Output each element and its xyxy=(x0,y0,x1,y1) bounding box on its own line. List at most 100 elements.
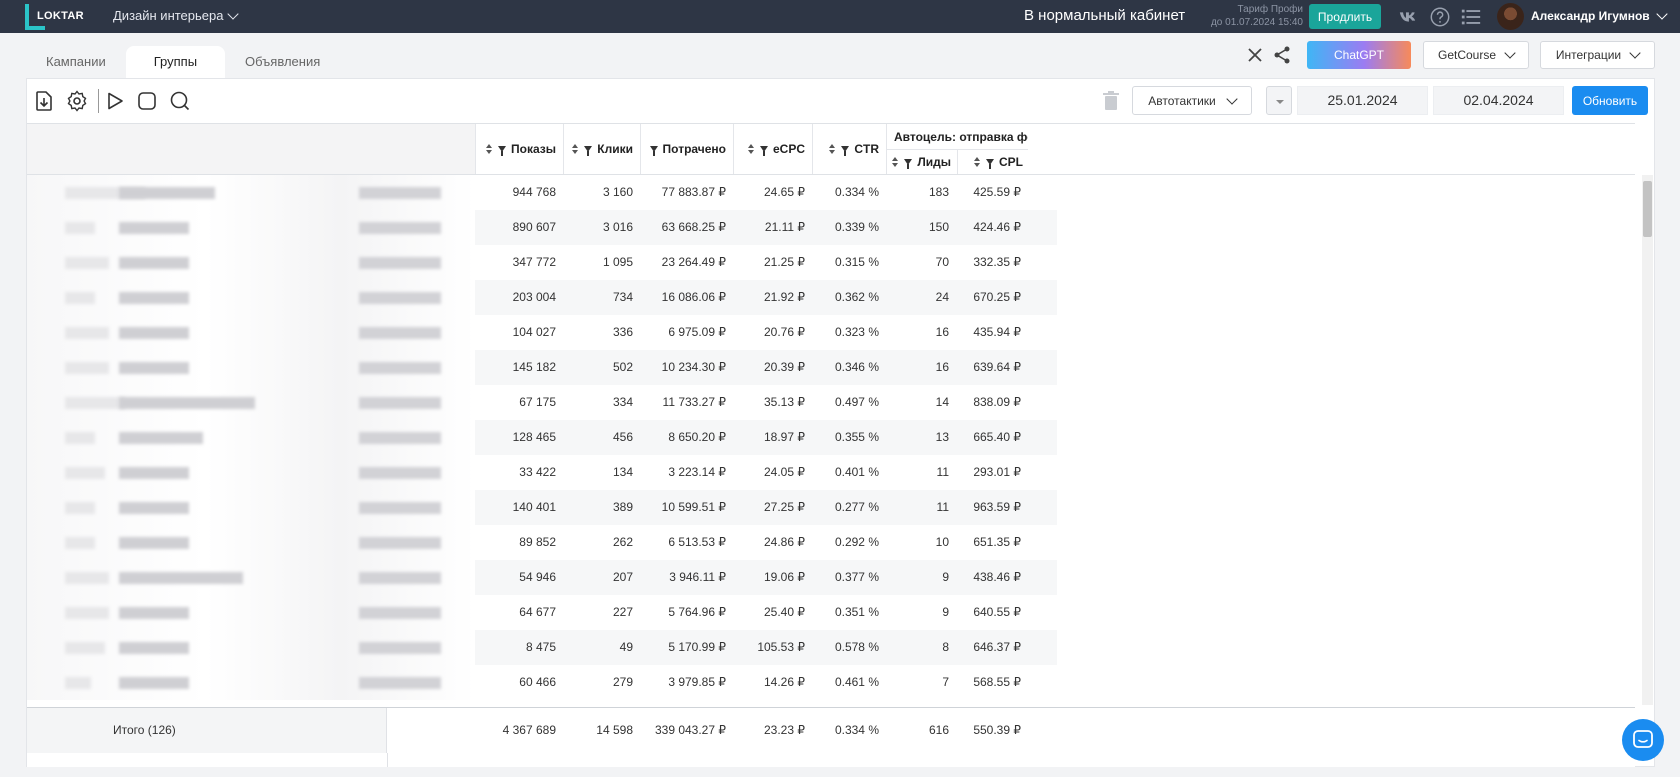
getcourse-dropdown[interactable]: GetCourse xyxy=(1423,41,1529,69)
total-shows: 4 367 689 xyxy=(502,723,556,737)
avatar[interactable] xyxy=(1497,3,1524,30)
import-icon[interactable] xyxy=(32,89,56,113)
filter-icon[interactable] xyxy=(498,146,506,156)
column-header-leads[interactable]: Лиды xyxy=(887,149,957,174)
cell-cpl: 646.37 ₽ xyxy=(973,640,1021,654)
cell-shows: 60 466 xyxy=(519,675,556,689)
user-menu[interactable]: Александр Игумнов xyxy=(1531,8,1668,23)
chevron-down-icon xyxy=(1226,92,1238,105)
table-row[interactable]: 64 677 227 5 764.96 ₽ 25.40 ₽ 0.351 % 9 640.55… xyxy=(27,595,1057,630)
column-group-autogoal: Автоцель: отправка формы Лиды CPL xyxy=(886,124,1028,174)
sort-icon[interactable] xyxy=(486,144,492,154)
help-icon[interactable] xyxy=(1429,6,1451,28)
filter-icon[interactable] xyxy=(904,159,913,169)
scrollbar-thumb[interactable] xyxy=(1643,181,1652,237)
cell-cpl: 332.35 ₽ xyxy=(973,255,1021,269)
sort-icon[interactable] xyxy=(747,144,754,154)
table-row[interactable]: 67 175 334 11 733.27 ₽ 35.13 ₽ 0.497 % 14 838.… xyxy=(27,385,1057,420)
table-row[interactable]: 140 401 389 10 599.51 ₽ 27.25 ₽ 0.277 % 11 963… xyxy=(27,490,1057,525)
cell-cpl: 424.46 ₽ xyxy=(973,220,1021,234)
cell-cpl: 639.64 ₽ xyxy=(973,360,1021,374)
table-row[interactable]: 8 475 49 5 170.99 ₽ 105.53 ₽ 0.578 % 8 646.37 … xyxy=(27,630,1057,665)
date-preset-dropdown[interactable] xyxy=(1266,86,1292,115)
cabinet-link[interactable]: В нормальный кабинет xyxy=(1024,7,1185,24)
cell-clicks: 3 016 xyxy=(602,220,633,234)
share-icon[interactable] xyxy=(1272,45,1292,65)
autotactics-dropdown[interactable]: Автотактики xyxy=(1132,86,1252,115)
cell-shows: 64 677 xyxy=(519,605,556,619)
trash-icon[interactable] xyxy=(1102,91,1120,111)
date-from-field[interactable]: 25.01.2024 xyxy=(1297,86,1428,115)
table-row[interactable]: 890 607 3 016 63 668.25 ₽ 21.11 ₽ 0.339 % 150… xyxy=(27,210,1057,245)
column-header-ecpc[interactable]: eCPC xyxy=(733,124,812,174)
filter-icon[interactable] xyxy=(649,146,658,156)
cell-spent: 3 946.11 ₽ xyxy=(669,570,726,584)
settings-icon[interactable] xyxy=(65,89,89,113)
sort-icon[interactable] xyxy=(974,157,980,167)
close-icon[interactable] xyxy=(1245,45,1265,65)
filter-icon[interactable] xyxy=(841,146,850,156)
tab-campaigns[interactable]: Кампании xyxy=(26,46,126,78)
table-row[interactable]: 128 465 456 8 650.20 ₽ 18.97 ₽ 0.355 % 13 665.… xyxy=(27,420,1057,455)
cell-leads: 11 xyxy=(936,465,949,479)
search-icon[interactable] xyxy=(168,89,192,113)
table-row[interactable]: 944 768 3 160 77 883.87 ₽ 24.65 ₽ 0.334 % 183… xyxy=(27,175,1057,210)
blurred-group-name xyxy=(27,385,475,420)
support-chat-button[interactable] xyxy=(1622,719,1664,761)
tab-groups[interactable]: Группы xyxy=(125,46,226,78)
integrations-dropdown[interactable]: Интеграции xyxy=(1540,41,1655,69)
cell-cpl: 838.09 ₽ xyxy=(973,395,1021,409)
table-row[interactable]: 145 182 502 10 234.30 ₽ 20.39 ₽ 0.346 % 16 639… xyxy=(27,350,1057,385)
cell-ecpc: 25.40 ₽ xyxy=(764,605,805,619)
filter-icon[interactable] xyxy=(986,159,994,169)
top-bar: LOKTAR Дизайн интерьера В нормальный каб… xyxy=(0,0,1680,33)
column-header-spent[interactable]: Потрачено xyxy=(640,124,733,174)
play-icon[interactable] xyxy=(103,89,127,113)
cell-leads: 11 xyxy=(936,500,949,514)
cell-ecpc: 24.05 ₽ xyxy=(764,465,805,479)
filter-icon[interactable] xyxy=(584,146,593,156)
list-icon[interactable] xyxy=(1460,6,1482,28)
cell-clicks: 336 xyxy=(612,325,633,339)
prolong-button[interactable]: Продлить xyxy=(1309,4,1381,29)
vertical-scrollbar[interactable] xyxy=(1642,175,1653,705)
cell-leads: 150 xyxy=(928,220,949,234)
total-label: Итого (126) xyxy=(27,708,387,753)
table-row[interactable]: 203 004 734 16 086.06 ₽ 21.92 ₽ 0.362 % 24 670… xyxy=(27,280,1057,315)
table-row[interactable]: 347 772 1 095 23 264.49 ₽ 21.25 ₽ 0.315 % 70 3… xyxy=(27,245,1057,280)
cell-shows: 33 422 xyxy=(519,465,556,479)
chatgpt-button[interactable]: ChatGPT xyxy=(1307,41,1411,69)
project-select[interactable]: Дизайн интерьера xyxy=(113,7,240,23)
table-row[interactable]: 54 946 207 3 946.11 ₽ 19.06 ₽ 0.377 % 9 438.46… xyxy=(27,560,1057,595)
tariff-expiry: до 01.07.2024 15:40 xyxy=(1210,17,1303,28)
column-header-clicks[interactable]: Клики xyxy=(563,124,640,174)
cell-cpl: 665.40 ₽ xyxy=(973,430,1021,444)
vk-icon[interactable] xyxy=(1398,6,1420,28)
filter-icon[interactable] xyxy=(759,146,768,156)
table-row[interactable]: 104 027 336 6 975.09 ₽ 20.76 ₽ 0.323 % 16 435.… xyxy=(27,315,1057,350)
cell-spent: 3 223.14 ₽ xyxy=(668,465,726,479)
sort-icon[interactable] xyxy=(892,157,899,167)
cell-shows: 89 852 xyxy=(519,535,556,549)
date-to-field[interactable]: 02.04.2024 xyxy=(1433,86,1564,115)
cell-shows: 140 401 xyxy=(512,500,556,514)
cell-leads: 70 xyxy=(935,255,949,269)
table-row[interactable]: 89 852 262 6 513.53 ₽ 24.86 ₽ 0.292 % 10 651.3… xyxy=(27,525,1057,560)
column-header-ctr[interactable]: CTR xyxy=(812,124,886,174)
stop-icon[interactable] xyxy=(135,89,159,113)
cell-spent: 23 264.49 ₽ xyxy=(661,255,726,269)
tariff-name: Тариф Профи xyxy=(1237,4,1304,15)
refresh-button[interactable]: Обновить xyxy=(1572,86,1648,115)
column-header-cpl[interactable]: CPL xyxy=(957,149,1028,174)
cell-leads: 10 xyxy=(935,535,949,549)
logo-text: LOKTAR xyxy=(37,10,84,22)
tab-ads[interactable]: Объявления xyxy=(225,46,340,78)
table-row[interactable]: 60 466 279 3 979.85 ₽ 14.26 ₽ 0.461 % 7 568.55… xyxy=(27,665,1057,700)
sort-icon[interactable] xyxy=(829,144,836,154)
sort-icon[interactable] xyxy=(572,144,579,154)
logo[interactable]: LOKTAR xyxy=(25,4,84,30)
table-row[interactable]: 33 422 134 3 223.14 ₽ 24.05 ₽ 0.401 % 11 293.0… xyxy=(27,455,1057,490)
cell-spent: 16 086.06 ₽ xyxy=(661,290,726,304)
column-header-shows[interactable]: Показы xyxy=(475,124,563,174)
cell-clicks: 334 xyxy=(612,395,633,409)
